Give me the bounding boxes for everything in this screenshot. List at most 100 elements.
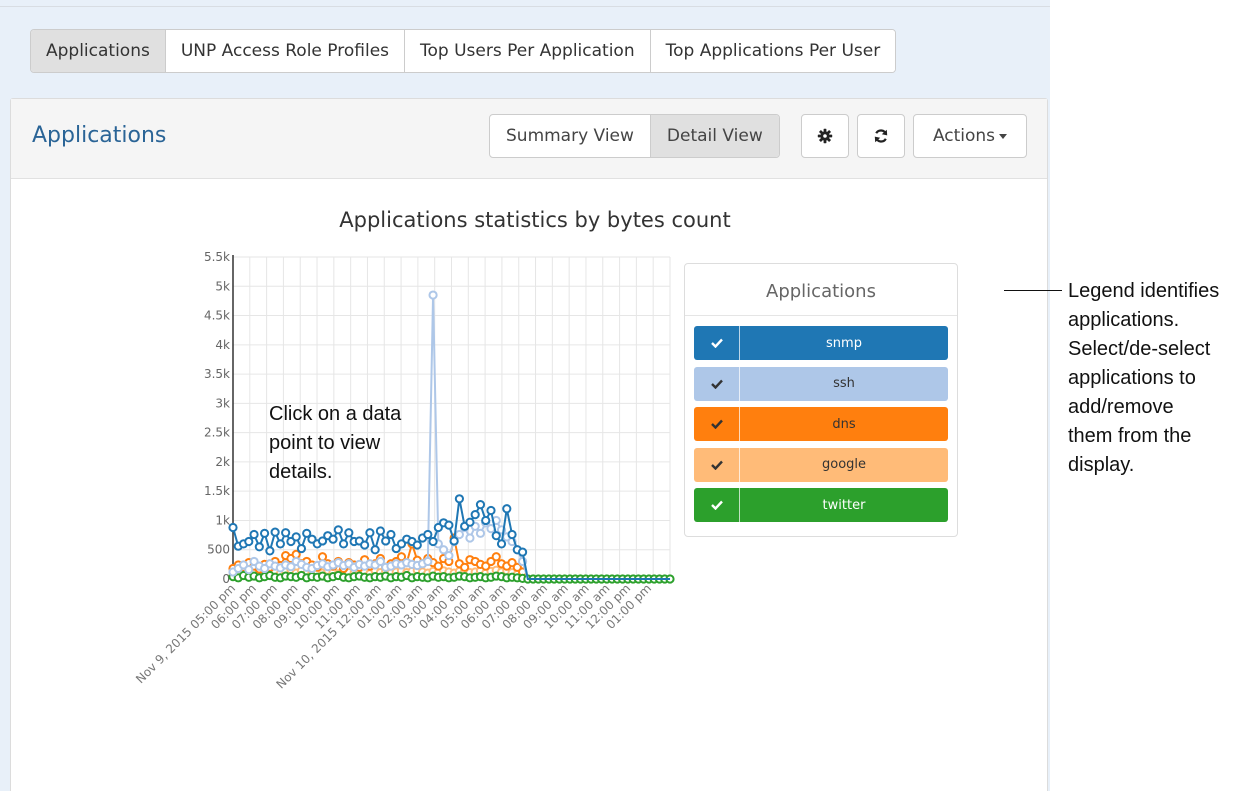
view-toggle-group: Summary View Detail View: [489, 114, 780, 158]
legend-note-line: Legend identifies: [1068, 280, 1220, 302]
data-point-snmp[interactable]: [275, 539, 285, 549]
data-point-snmp[interactable]: [254, 542, 264, 552]
data-point-snmp[interactable]: [375, 526, 386, 536]
data-point-snmp[interactable]: [360, 540, 370, 550]
chart-hint-line: point to view: [269, 432, 381, 454]
x-tick-label: Nov 9, 2015 05:00 pm: [133, 581, 238, 686]
settings-button[interactable]: [801, 114, 849, 158]
legend-item-ssh[interactable]: ssh: [694, 366, 948, 401]
actions-dropdown-button[interactable]: Actions: [913, 114, 1027, 158]
y-tick-label: 5k: [215, 279, 230, 293]
y-tick-label: 2k: [215, 455, 230, 469]
legend-item-label: ssh: [833, 376, 855, 391]
y-axis-ticks: 05001k1.5k2k2.5k3k3.5k4k4.5k5k5.5k: [204, 250, 230, 586]
legend-item-google[interactable]: google: [694, 447, 948, 482]
data-point-snmp[interactable]: [491, 531, 501, 541]
chart-hint-annotation: Click on a data point to view details.: [269, 400, 401, 487]
data-point-ssh[interactable]: [244, 565, 254, 575]
data-point-snmp[interactable]: [365, 528, 375, 538]
tab-applications[interactable]: Applications: [31, 30, 166, 72]
panel-header: Applications Summary View Detail View Ac…: [11, 99, 1047, 179]
checkmark-icon[interactable]: [694, 407, 740, 441]
data-point-ssh[interactable]: [465, 533, 475, 543]
data-point-snmp[interactable]: [249, 529, 259, 540]
data-point-snmp[interactable]: [333, 525, 343, 535]
summary-view-button[interactable]: Summary View: [490, 115, 651, 157]
legend-note-line: Select/de-select: [1068, 338, 1211, 360]
tab-bar: Applications UNP Access Role Profiles To…: [30, 29, 897, 73]
data-point-snmp[interactable]: [449, 536, 459, 546]
callout-line: [1004, 290, 1062, 291]
data-point-snmp[interactable]: [381, 536, 391, 546]
series-twitter: [228, 570, 675, 584]
checkmark-icon[interactable]: [694, 326, 740, 360]
refresh-button[interactable]: [857, 114, 905, 158]
data-point-snmp[interactable]: [517, 547, 528, 557]
data-point-ssh[interactable]: [423, 556, 433, 567]
legend-item-label: google: [821, 457, 867, 472]
tab-top-users-per-application[interactable]: Top Users Per Application: [405, 30, 651, 72]
checkmark-icon[interactable]: [694, 447, 740, 482]
data-point-snmp[interactable]: [481, 515, 491, 526]
data-point-snmp[interactable]: [259, 528, 270, 538]
data-point-ssh[interactable]: [454, 529, 464, 540]
data-point-dns[interactable]: [491, 552, 501, 562]
legend-title: Applications: [685, 264, 957, 316]
legend-item-label: snmp: [826, 335, 862, 351]
legend-item-snmp[interactable]: snmp: [694, 326, 948, 360]
data-point-snmp[interactable]: [454, 494, 464, 504]
data-point-snmp[interactable]: [265, 546, 275, 556]
chart-hint-line: details.: [269, 461, 333, 483]
legend-item-twitter[interactable]: twitter: [694, 488, 948, 522]
legend-item-label: twitter: [822, 497, 866, 513]
legend-note-line: applications to: [1068, 367, 1196, 389]
data-point-snmp[interactable]: [502, 504, 512, 514]
data-point-snmp[interactable]: [338, 539, 349, 549]
y-tick-label: 1k: [215, 513, 230, 527]
data-point-snmp[interactable]: [296, 543, 307, 554]
data-point-snmp[interactable]: [370, 545, 380, 555]
data-point-snmp[interactable]: [428, 536, 438, 547]
data-point-snmp[interactable]: [507, 529, 517, 540]
top-divider: [0, 6, 1050, 7]
y-tick-label: 3k: [215, 396, 230, 410]
checkmark-icon[interactable]: [694, 366, 740, 401]
data-point-snmp[interactable]: [444, 520, 454, 530]
data-point-snmp[interactable]: [465, 517, 475, 527]
data-point-ssh[interactable]: [444, 550, 454, 561]
caret-down-icon: [999, 133, 1008, 139]
data-point-snmp[interactable]: [412, 540, 422, 550]
checkmark-icon[interactable]: [694, 488, 740, 522]
x-axis-ticks: Nov 9, 2015 05:00 pm06:00 pm07:00 pm08:0…: [133, 581, 654, 691]
tab-top-applications-per-user[interactable]: Top Applications Per User: [650, 30, 896, 72]
chart-hint-line: Click on a data: [269, 403, 402, 425]
data-point-snmp[interactable]: [281, 528, 291, 538]
data-point-snmp[interactable]: [270, 527, 280, 537]
data-point-snmp[interactable]: [470, 510, 480, 520]
y-tick-label: 2.5k: [204, 426, 230, 440]
data-point-ssh[interactable]: [475, 528, 486, 538]
refresh-icon: [874, 129, 888, 143]
chart-title: Applications statistics by bytes count: [339, 208, 731, 232]
data-point-snmp[interactable]: [496, 539, 507, 549]
data-point-snmp[interactable]: [475, 500, 486, 510]
data-point-snmp[interactable]: [486, 505, 496, 516]
data-point-dns[interactable]: [460, 562, 470, 572]
data-point-snmp[interactable]: [228, 522, 238, 533]
data-point-snmp[interactable]: [423, 529, 433, 540]
detail-view-button[interactable]: Detail View: [650, 115, 779, 157]
data-point-dns[interactable]: [433, 561, 443, 571]
tab-unp-access-role-profiles[interactable]: UNP Access Role Profiles: [165, 30, 406, 72]
actions-label: Actions: [932, 126, 996, 146]
gear-icon: [817, 128, 833, 144]
legend-item-dns[interactable]: dns: [694, 407, 948, 441]
data-point-snmp[interactable]: [291, 532, 301, 542]
legend-item-label: dns: [832, 416, 856, 432]
legend-note-line: add/remove: [1068, 396, 1174, 418]
data-point-ssh[interactable]: [428, 290, 438, 300]
data-point-snmp[interactable]: [386, 529, 396, 540]
data-point-snmp[interactable]: [344, 528, 354, 538]
data-point-snmp[interactable]: [244, 536, 254, 547]
data-point-snmp[interactable]: [328, 534, 338, 544]
panel-title: Applications: [32, 123, 167, 148]
